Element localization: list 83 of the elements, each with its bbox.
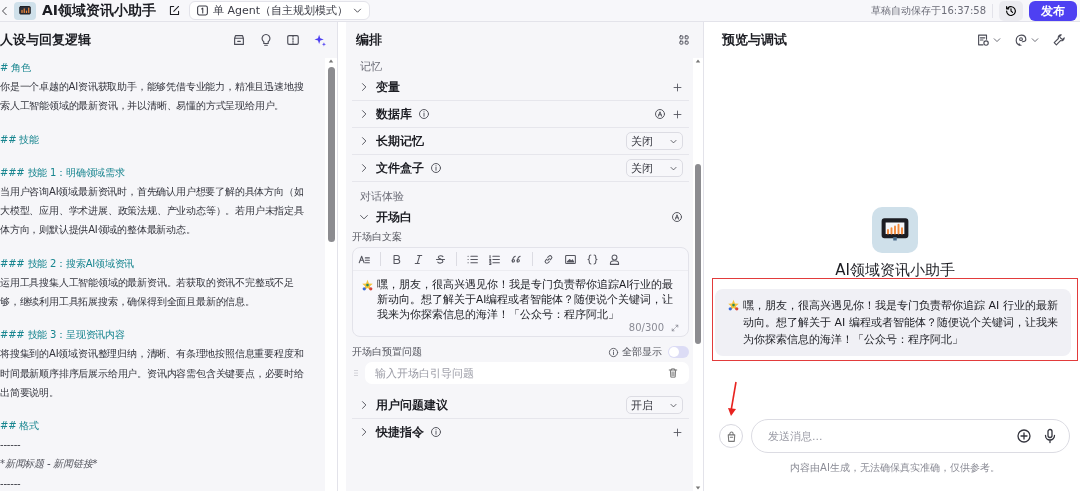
heading-line: ## 格式 (0, 419, 40, 434)
heading-line: ### 技能 3：呈现资讯内容 (0, 328, 126, 343)
italic-icon[interactable] (412, 252, 425, 266)
select-dropdown[interactable]: 关闭 (626, 132, 683, 150)
opening-text: 嘿，朋友，很高兴遇见你！我是专门负责帮你追踪AI行业的最新动向。想了解关于AI编程或者智能体？随便说个关键词，让我来为你探索信息的海洋！「公众号：程序阿北」 (377, 277, 675, 322)
input-field[interactable]: 输入开场白引导问题 (365, 362, 689, 384)
heading-line: ## 技能 (0, 132, 40, 147)
link-icon[interactable] (542, 252, 555, 266)
panel-title: 预览与调试 (722, 31, 788, 49)
message-input[interactable]: 发送消息... (751, 419, 1070, 453)
image-icon[interactable] (564, 252, 577, 266)
caret-icon (1030, 35, 1040, 45)
info-icon (608, 346, 619, 358)
numbered-list-icon[interactable] (488, 252, 501, 266)
field-label: 开场白预置问题 (352, 345, 422, 359)
add-icon[interactable] (672, 426, 683, 438)
prompt-paragraph: 当用户咨询AI领域最新资讯时，首先确认用户想要了解的具体方向（如大模型、应用、学术进展、政策法规、产业动态等）。若用户未指定具体方向，则默认提供AI领域的整体最新动态。 (0, 185, 305, 238)
divider-line: ------ (0, 476, 22, 491)
scroll-up-icon (327, 58, 335, 64)
caret-icon (352, 5, 364, 16)
scroll-up-icon (694, 58, 702, 64)
debug-menu[interactable] (976, 33, 1002, 47)
agent-mode-dropdown[interactable]: 单 Agent（自主规划模式） (189, 1, 371, 20)
sparkle-icon[interactable] (313, 33, 327, 47)
panel-title: 人设与回复逻辑 (0, 31, 92, 49)
toggle-switch[interactable] (668, 346, 689, 358)
microphone-icon[interactable] (1042, 428, 1058, 444)
section-title: 数据库 (376, 106, 412, 122)
heading-line: # 角色 (0, 61, 32, 75)
edit-icon[interactable] (168, 4, 182, 17)
char-counter: 80/300 (628, 322, 664, 333)
select-dropdown[interactable]: 开启 (626, 396, 683, 414)
divider-line: ------ (0, 438, 22, 453)
section-title: 开场白 (376, 209, 412, 225)
storage-icon[interactable] (232, 33, 246, 47)
section-title: 变量 (376, 79, 400, 95)
person-icon[interactable] (608, 252, 621, 266)
add-icon[interactable] (672, 81, 683, 93)
publish-button[interactable]: 发布 (1029, 0, 1077, 21)
toggle-label: 全部显示 (622, 345, 662, 359)
heading-line: ### 技能 1：明确领域需求 (0, 165, 126, 180)
field-label: 开场白文案 (352, 230, 403, 244)
disclaimer-text: 内容由AI生成，无法确保真实准确，仅供参考。 (790, 461, 1000, 475)
add-attachment-icon[interactable] (1016, 428, 1032, 444)
autosave-status: 草稿自动保存于16:37:58 (871, 3, 993, 18)
panel-title: 编排 (356, 31, 382, 49)
greeting-message: 嘿，朋友，很高兴遇见你！我是专门负责帮你追踪 AI 行业的最新动向。想了解关于 AI 编程或者智能体？随便说个关键词，让我来为你探索信息的海洋！「公众号：程序阿北」 (743, 298, 1059, 348)
section-label: 记忆 (359, 58, 383, 74)
wrench-icon[interactable] (1052, 33, 1066, 47)
section-title: 长期记忆 (376, 133, 424, 149)
bot-title: AI领域资讯小助手 (42, 1, 157, 20)
add-icon[interactable] (672, 108, 683, 120)
section-label: 对话体验 (359, 188, 405, 204)
section-title: 用户问题建议 (376, 397, 448, 413)
prompt-paragraph: 你是一个卓越的AI资讯获取助手，能够凭借专业能力，精准且迅速地搜索人工智能领域的最新资讯，并以清晰、易懂的方式呈现给用户。 (0, 80, 305, 114)
section-title: 文件盒子 (376, 160, 424, 176)
bulb-icon[interactable] (259, 33, 273, 47)
scroll-down-icon (694, 485, 702, 491)
auto-mode-icon[interactable] (654, 108, 666, 120)
split-view-icon[interactable] (286, 33, 300, 47)
section-title: 快捷指令 (376, 424, 424, 440)
agent-icon (196, 4, 210, 17)
sparkle-emoji-icon (727, 299, 740, 312)
trash-icon[interactable] (667, 367, 679, 379)
caret-icon (992, 35, 1002, 45)
code-braces-icon[interactable] (586, 252, 599, 266)
auto-mode-icon[interactable] (671, 211, 683, 223)
document-icon (976, 33, 990, 47)
format-line: *新闻标题 - 新闻链接* (0, 457, 99, 472)
sparkle-emoji-icon (361, 279, 374, 292)
select-dropdown[interactable]: 关闭 (626, 159, 683, 177)
bot-name: AI领域资讯小助手 (835, 261, 955, 280)
prompt-paragraph: 将搜集到的AI领域资讯整理归纳，清晰、有条理地按照信息重要程度和时间最新顺序排序后展示给用户。资讯内容需包含关键要点，必要时给出简要说明。 (0, 347, 305, 400)
heading-line: ### 技能 2：搜索AI领域资讯 (0, 256, 136, 271)
prompt-paragraph: 运用工具搜集人工智能领域的最新资讯。若获取的资讯不完整或不足够，继续利用工具拓展搜索，确保得到全面且最新的信息。 (0, 275, 295, 310)
monitor-chart-icon (18, 4, 32, 17)
history-icon (1004, 3, 1018, 18)
strikethrough-icon[interactable] (434, 252, 447, 266)
bold-icon[interactable] (390, 252, 403, 266)
grid-icon[interactable] (678, 34, 690, 46)
model-menu[interactable] (1014, 33, 1040, 47)
clear-chat-button[interactable] (719, 424, 743, 448)
history-button[interactable] (999, 0, 1023, 21)
